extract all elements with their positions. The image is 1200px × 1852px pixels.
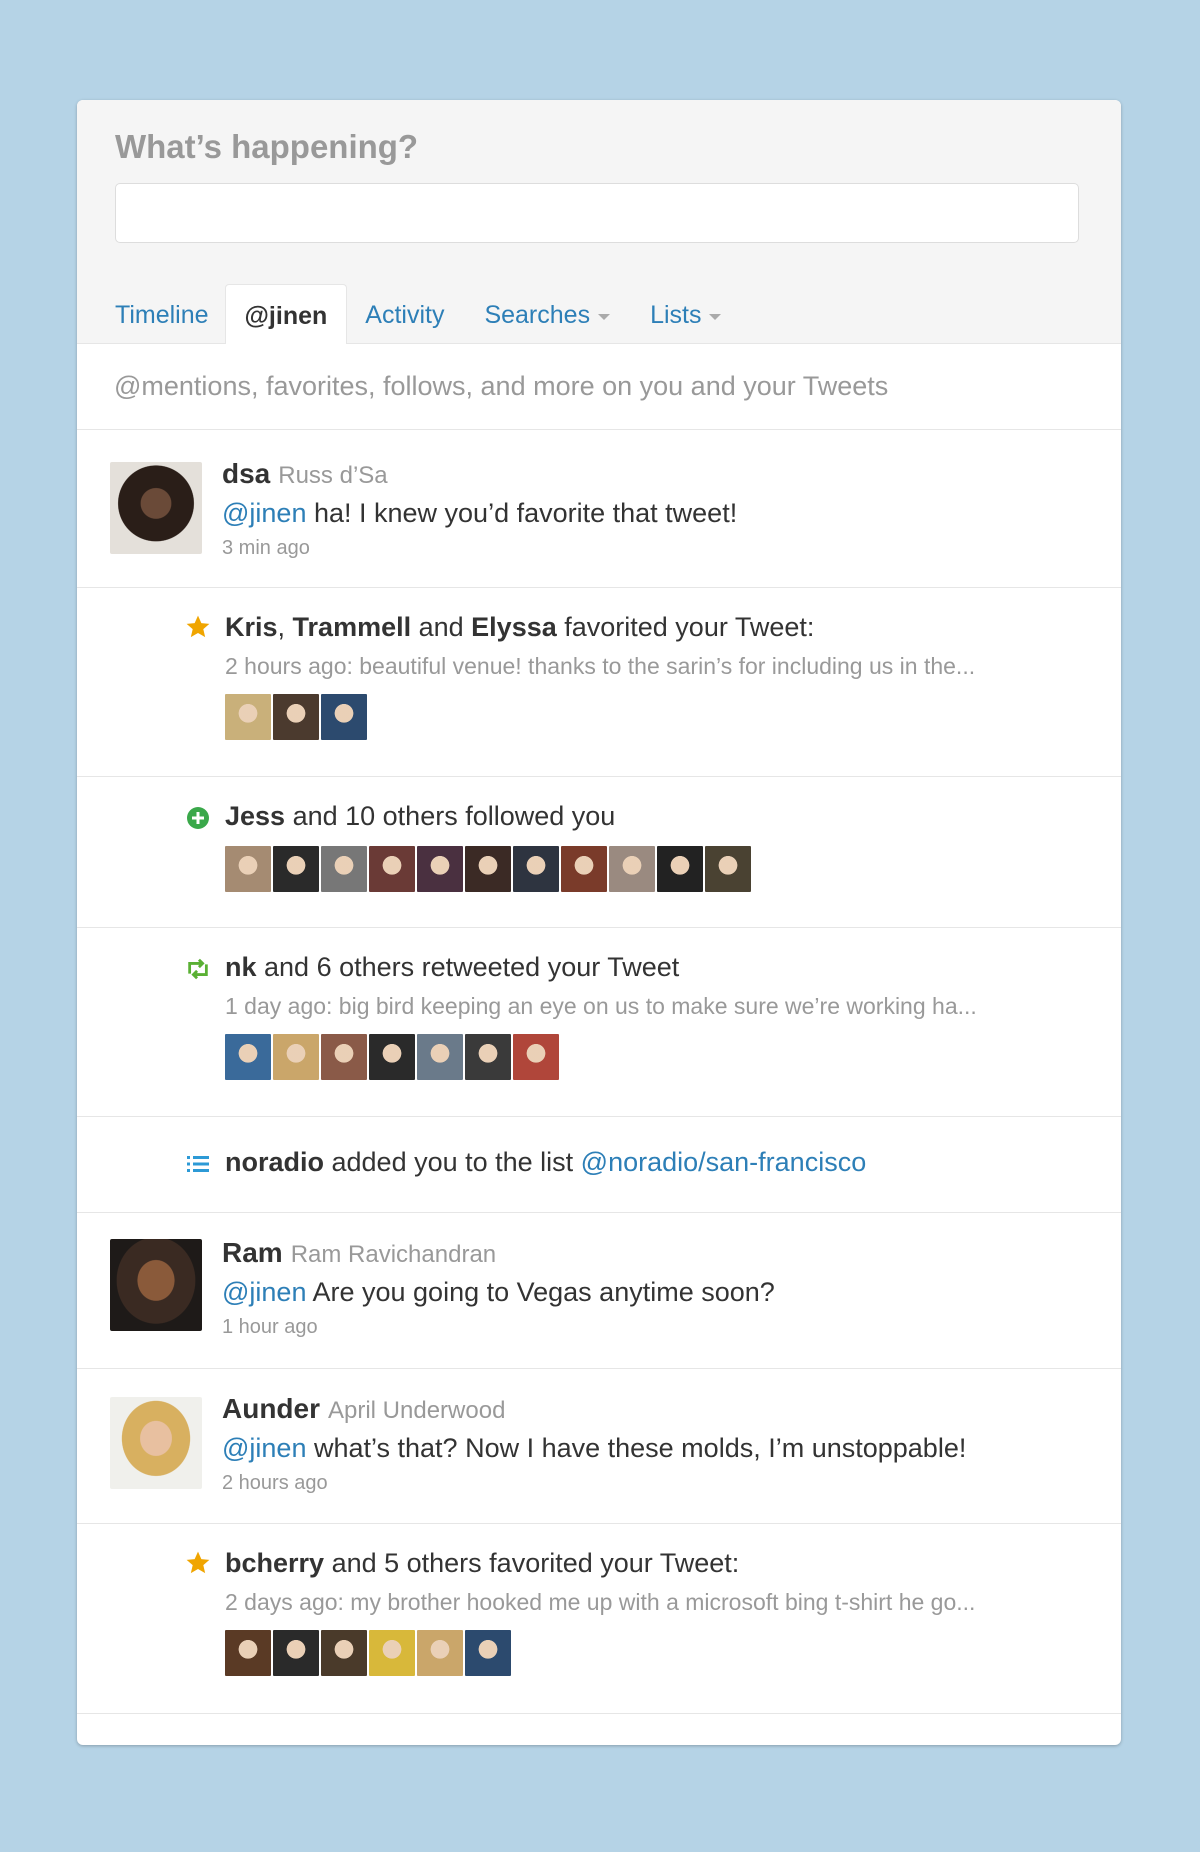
avatar[interactable]	[273, 846, 319, 892]
avatar[interactable]	[273, 1034, 319, 1080]
retweet-icon	[185, 956, 211, 982]
chevron-down-icon	[709, 313, 722, 320]
avatar-row	[225, 846, 751, 892]
avatar[interactable]	[110, 462, 202, 554]
avatar-row	[225, 1630, 975, 1676]
list-icon	[185, 1151, 211, 1177]
avatar[interactable]	[417, 1034, 463, 1080]
tab-description: @mentions, favorites, follows, and more …	[77, 344, 1121, 430]
user-link[interactable]: Jess	[225, 801, 285, 831]
tweet-full-name: Russ d’Sa	[278, 462, 388, 489]
activity-favorite: bcherry and 5 others favorited your Twee…	[77, 1524, 1121, 1714]
tweet-timestamp[interactable]: 3 min ago	[222, 537, 737, 560]
avatar[interactable]	[321, 1034, 367, 1080]
avatar[interactable]	[513, 1034, 559, 1080]
avatar[interactable]	[369, 1034, 415, 1080]
avatar[interactable]	[705, 846, 751, 892]
activity-text: noradio added you to the list @noradio/s…	[225, 1147, 867, 1177]
avatar[interactable]	[321, 846, 367, 892]
activity-text: Jess and 10 others followed you	[225, 801, 616, 831]
avatar[interactable]	[417, 846, 463, 892]
avatar[interactable]	[465, 846, 511, 892]
activity-card: What’s happening? Timeline @jinen Activi…	[77, 100, 1121, 1745]
tab-searches[interactable]: Searches	[484, 284, 611, 343]
mention-link[interactable]: @jinen	[222, 1433, 306, 1463]
user-link[interactable]: bcherry	[225, 1548, 324, 1578]
avatar[interactable]	[513, 846, 559, 892]
user-link[interactable]: Kris	[225, 612, 278, 642]
chevron-down-icon	[598, 313, 611, 320]
tab-lists[interactable]: Lists	[650, 284, 722, 343]
follow-plus-icon	[185, 805, 211, 831]
avatar[interactable]	[321, 1630, 367, 1676]
tweet-timestamp[interactable]: 2 hours ago	[222, 1472, 966, 1495]
list-link[interactable]: @noradio/san-francisco	[581, 1147, 867, 1177]
avatar[interactable]	[465, 1034, 511, 1080]
tweet-full-name: April Underwood	[328, 1397, 506, 1424]
tweet-timestamp[interactable]: 1 hour ago	[222, 1316, 775, 1339]
mention-link[interactable]: @jinen	[222, 1277, 306, 1307]
avatar[interactable]	[465, 1630, 511, 1676]
compose-input[interactable]	[115, 183, 1079, 243]
avatar[interactable]	[273, 1630, 319, 1676]
avatar[interactable]	[657, 846, 703, 892]
activity-retweet: nk and 6 others retweeted your Tweet 1 d…	[77, 928, 1121, 1117]
tweet-screen-name[interactable]: Ram	[222, 1237, 283, 1268]
tweet-screen-name[interactable]: Aunder	[222, 1393, 320, 1424]
user-link[interactable]: Trammell	[293, 612, 412, 642]
tweet-text: @jinen Are you going to Vegas anytime so…	[222, 1277, 775, 1307]
activity-follow: Jess and 10 others followed you	[77, 777, 1121, 928]
star-icon	[185, 614, 211, 640]
tab-activity[interactable]: Activity	[365, 284, 444, 343]
avatar[interactable]	[225, 694, 271, 740]
user-link[interactable]: Elyssa	[471, 612, 557, 642]
avatar[interactable]	[369, 1630, 415, 1676]
activity-text: Kris, Trammell and Elyssa favorited your…	[225, 612, 815, 642]
tweet-item[interactable]: dsa Russ d’Sa @jinen ha! I knew you’d fav…	[77, 430, 1121, 588]
tab-mentions[interactable]: @jinen	[224, 284, 348, 344]
tweet-snippet[interactable]: 2 hours ago: beautiful venue! thanks to …	[225, 653, 975, 680]
activity-favorite: Kris, Trammell and Elyssa favorited your…	[77, 588, 1121, 777]
avatar[interactable]	[369, 846, 415, 892]
activity-text: bcherry and 5 others favorited your Twee…	[225, 1548, 740, 1578]
compose-header: What’s happening? Timeline @jinen Activi…	[77, 100, 1121, 344]
activity-text: nk and 6 others retweeted your Tweet	[225, 952, 680, 982]
tweet-screen-name[interactable]: dsa	[222, 458, 270, 489]
mention-link[interactable]: @jinen	[222, 498, 306, 528]
user-link[interactable]: nk	[225, 952, 257, 982]
avatar[interactable]	[225, 1630, 271, 1676]
avatar[interactable]	[273, 694, 319, 740]
tweet-item[interactable]: Aunder April Underwood @jinen what’s that…	[77, 1369, 1121, 1524]
tweet-snippet[interactable]: 2 days ago: my brother hooked me up with…	[225, 1589, 975, 1616]
avatar[interactable]	[417, 1630, 463, 1676]
avatar[interactable]	[225, 846, 271, 892]
tweet-full-name: Ram Ravichandran	[290, 1241, 497, 1268]
avatar[interactable]	[225, 1034, 271, 1080]
tab-timeline[interactable]: Timeline	[115, 284, 209, 343]
avatar[interactable]	[321, 694, 367, 740]
tab-bar: Timeline @jinen Activity Searches Lists	[115, 284, 722, 344]
tweet-item[interactable]: Ram Ram Ravichandran @jinen Are you going…	[77, 1213, 1121, 1369]
avatar[interactable]	[609, 846, 655, 892]
tweet-snippet[interactable]: 1 day ago: big bird keeping an eye on us…	[225, 993, 977, 1020]
avatar[interactable]	[110, 1239, 202, 1331]
tweet-text: @jinen what’s that? Now I have these mol…	[222, 1433, 967, 1463]
avatar[interactable]	[110, 1397, 202, 1489]
avatar-row	[225, 694, 975, 740]
compose-title: What’s happening?	[115, 128, 419, 165]
activity-list: noradio added you to the list @noradio/s…	[77, 1117, 1121, 1213]
star-icon	[185, 1550, 211, 1576]
tweet-text: @jinen ha! I knew you’d favorite that tw…	[222, 498, 738, 528]
avatar-row	[225, 1034, 977, 1080]
avatar[interactable]	[561, 846, 607, 892]
user-link[interactable]: noradio	[225, 1147, 324, 1177]
